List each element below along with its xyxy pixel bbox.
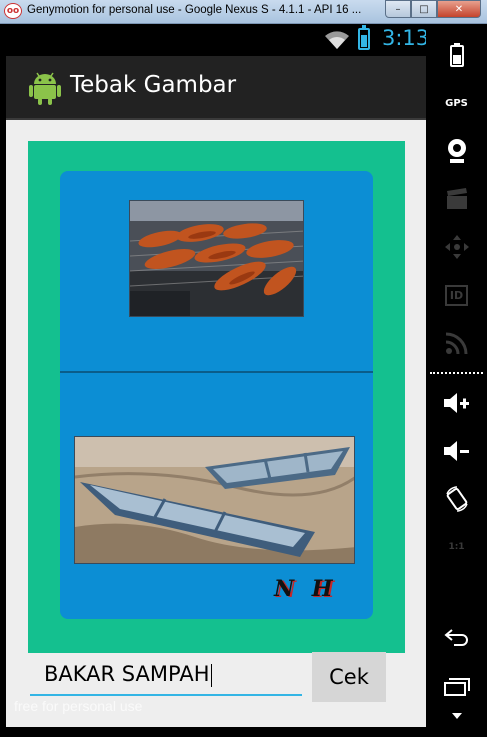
puzzle-card: N H [60,171,373,619]
id-icon[interactable]: ID [426,272,487,318]
webcam-icon[interactable] [426,128,487,174]
signature-logo: N H [274,576,338,602]
battery-icon [358,25,370,50]
minimize-button[interactable]: – [385,0,411,18]
dpad-icon[interactable] [426,224,487,270]
rotate-icon[interactable] [426,476,487,522]
genymotion-icon: oo [4,3,22,19]
boats-image [74,436,355,564]
app-title: Tebak Gambar [70,72,237,98]
toolbar-separator [430,372,483,374]
battery-tool-icon[interactable] [426,32,487,78]
wifi-icon [325,31,349,49]
window-controls: – □ ✕ [385,0,481,18]
answer-value: BAKAR SAMPAH [44,662,210,686]
gps-icon[interactable]: GPS [426,80,487,126]
answer-input[interactable]: BAKAR SAMPAH [30,660,302,696]
puzzle-frame: N H [28,141,405,653]
gps-label: GPS [445,97,468,109]
status-time: 3:13 [382,26,430,50]
scale-icon[interactable]: 1:1 [426,524,487,570]
check-answer-button[interactable]: Cek [312,652,386,702]
menu-icon[interactable] [426,696,487,736]
clapper-icon[interactable] [426,176,487,222]
action-bar: Tebak Gambar [6,56,426,120]
card-divider [60,371,373,373]
back-icon[interactable] [426,614,487,660]
close-button[interactable]: ✕ [437,0,481,18]
volume-down-icon[interactable] [426,428,487,474]
grilled-meat-image [129,200,304,317]
rss-icon[interactable] [426,320,487,366]
android-logo-icon[interactable] [28,70,62,106]
scale-label: 1:1 [448,542,465,552]
maximize-button[interactable]: □ [411,0,437,18]
text-cursor [210,663,212,687]
id-label: ID [444,284,469,306]
status-bar: 3:13 [6,24,430,56]
window-title: Genymotion for personal use - Google Nex… [27,4,362,16]
volume-up-icon[interactable] [426,380,487,426]
watermark-text: free for personal use [14,698,143,714]
app-content: N H BAKAR SAMPAH free for personal use C… [6,120,426,727]
emulator-toolbar: GPS ID 1:1 [426,24,487,737]
window-titlebar: oo Genymotion for personal use - Google … [0,0,487,24]
